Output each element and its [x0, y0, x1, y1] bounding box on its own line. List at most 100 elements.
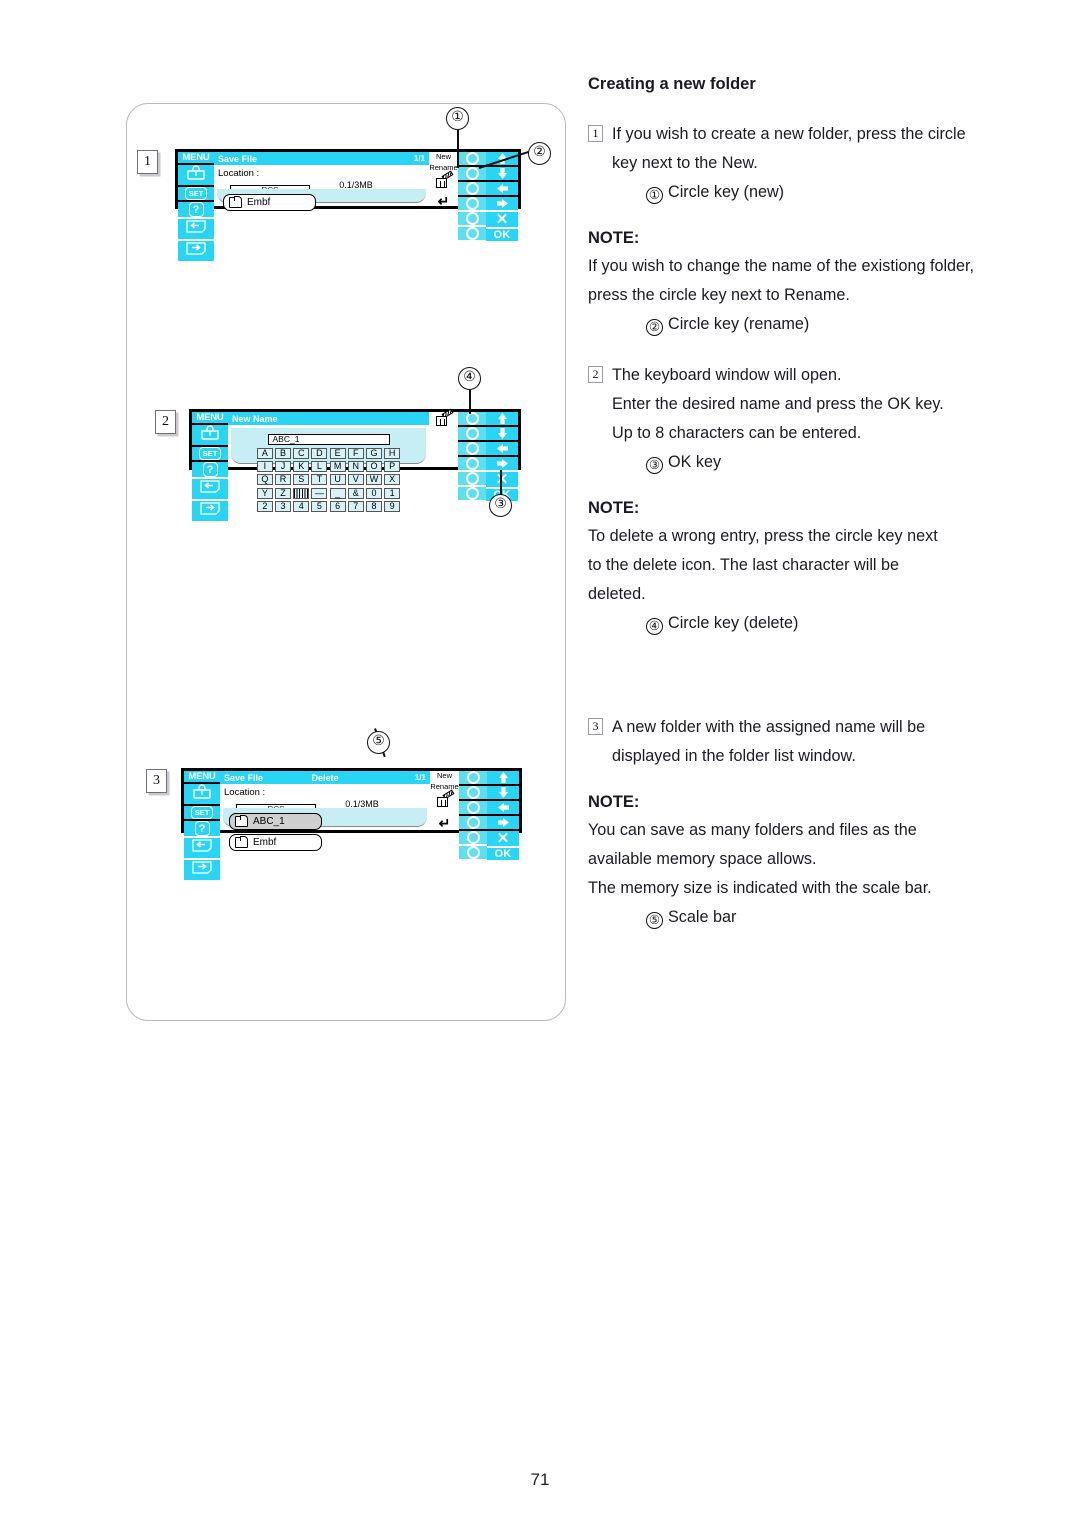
circle-key-5[interactable]: [459, 831, 487, 844]
key-R[interactable]: R: [275, 474, 292, 486]
key-P[interactable]: P: [384, 461, 401, 473]
circle-key-6[interactable]: [458, 487, 486, 500]
sidebar-item-help[interactable]: ?: [184, 821, 220, 836]
note-line: You can save as many folders and files a…: [588, 821, 917, 839]
sidebar-item-page-forward[interactable]: [178, 241, 214, 261]
sidebar-item-page-back[interactable]: [178, 219, 214, 239]
key-O[interactable]: O: [365, 461, 382, 473]
sidebar-item-page-forward[interactable]: [192, 501, 228, 521]
key-X[interactable]: X: [384, 474, 401, 486]
circle-key-4[interactable]: [458, 457, 486, 470]
circle-key-delete[interactable]: [459, 801, 487, 814]
sidebar-item-help[interactable]: ?: [178, 202, 214, 217]
key-5[interactable]: 5: [311, 500, 328, 512]
sidebar-item-bag[interactable]: [184, 784, 220, 804]
sidebar-item-menu[interactable]: MENU: [184, 771, 220, 782]
circle-key-5[interactable]: [458, 212, 486, 225]
arrow-left-key[interactable]: [487, 801, 519, 814]
cancel-key[interactable]: ✕: [486, 472, 518, 487]
key-H[interactable]: H: [384, 448, 401, 459]
key-Y[interactable]: Y: [256, 487, 273, 499]
key-Q[interactable]: Q: [256, 474, 273, 486]
key-9[interactable]: 9: [384, 500, 401, 512]
list-item[interactable]: Embf: [223, 194, 316, 211]
circle-key-5[interactable]: [458, 472, 486, 485]
key-dash[interactable]: —: [311, 487, 328, 499]
key-I[interactable]: I: [256, 461, 273, 473]
arrow-key-column-3: ✕ OK: [487, 771, 519, 860]
sidebar-item-menu[interactable]: MENU: [178, 152, 214, 163]
key-0[interactable]: 0: [365, 487, 382, 499]
key-N[interactable]: N: [347, 461, 364, 473]
sidebar-item-bag[interactable]: [192, 425, 228, 445]
arrow-down-key[interactable]: [486, 167, 518, 180]
key-1[interactable]: 1: [384, 487, 401, 499]
arrow-down-key[interactable]: [486, 427, 518, 440]
key-Z[interactable]: Z: [275, 487, 292, 499]
circle-key-return[interactable]: [458, 227, 486, 240]
sidebar-item-page-forward[interactable]: [184, 860, 220, 880]
key-E[interactable]: E: [329, 448, 346, 459]
key-W[interactable]: W: [365, 474, 382, 486]
key-J[interactable]: J: [275, 461, 292, 473]
page-title: Creating a new folder: [588, 75, 756, 93]
cancel-key[interactable]: ✕: [487, 831, 519, 846]
sidebar-item-menu[interactable]: MENU: [192, 412, 228, 423]
circle-key-2[interactable]: [458, 427, 486, 440]
key-4[interactable]: 4: [293, 500, 310, 512]
arrow-left-key[interactable]: [486, 182, 518, 195]
sidebar-item-set[interactable]: SET: [178, 187, 214, 200]
key-ampersand[interactable]: &: [347, 487, 364, 499]
key-S[interactable]: S: [293, 474, 310, 486]
circle-key-rename[interactable]: [459, 786, 487, 799]
ok-key[interactable]: OK: [486, 229, 518, 241]
key-C[interactable]: C: [293, 448, 310, 459]
arrow-down-key[interactable]: [487, 786, 519, 799]
circle-key-return[interactable]: [459, 846, 487, 859]
key-8[interactable]: 8: [365, 500, 382, 512]
key-7[interactable]: 7: [347, 500, 364, 512]
arrow-left-key[interactable]: [486, 442, 518, 455]
key-G[interactable]: G: [365, 448, 382, 459]
key-V[interactable]: V: [347, 474, 364, 486]
key-T[interactable]: T: [311, 474, 328, 486]
ok-key[interactable]: OK: [487, 848, 519, 860]
key-2[interactable]: 2: [256, 500, 273, 512]
sidebar-item-set[interactable]: SET: [184, 806, 220, 819]
key-K[interactable]: K: [293, 461, 310, 473]
sidebar-item-help[interactable]: ?: [192, 462, 228, 477]
circle-key-new[interactable]: [458, 152, 486, 165]
sidebar-item-bag[interactable]: [178, 165, 214, 185]
key-U[interactable]: U: [329, 474, 346, 486]
arrow-right-key[interactable]: [487, 816, 519, 829]
sidebar-item-set[interactable]: SET: [192, 447, 228, 460]
cancel-key[interactable]: ✕: [486, 212, 518, 227]
arrow-up-key[interactable]: [487, 771, 519, 784]
key-underscore[interactable]: _: [329, 487, 346, 499]
circle-key-rename[interactable]: [458, 167, 486, 180]
key-space[interactable]: [293, 487, 310, 499]
step-box-3: 3: [146, 769, 167, 793]
sidebar-item-page-back[interactable]: [184, 838, 220, 858]
key-F[interactable]: F: [347, 448, 364, 459]
circle-key-3[interactable]: [458, 442, 486, 455]
key-B[interactable]: B: [275, 448, 292, 459]
circle-key-delete[interactable]: [458, 412, 486, 425]
key-A[interactable]: A: [256, 448, 273, 459]
circle-key-delete[interactable]: [458, 182, 486, 195]
key-L[interactable]: L: [311, 461, 328, 473]
arrow-right-key[interactable]: [486, 457, 518, 470]
circle-key-4[interactable]: [458, 197, 486, 210]
circle-key-4[interactable]: [459, 816, 487, 829]
key-6[interactable]: 6: [329, 500, 346, 512]
sidebar-item-page-back[interactable]: [192, 479, 228, 499]
arrow-right-key[interactable]: [486, 197, 518, 210]
list-item[interactable]: Embf: [229, 834, 322, 851]
key-D[interactable]: D: [311, 448, 328, 459]
list-item[interactable]: ABC_1: [229, 813, 322, 830]
name-input[interactable]: ABC_1: [267, 434, 390, 445]
key-3[interactable]: 3: [275, 500, 292, 512]
arrow-up-key[interactable]: [486, 412, 518, 425]
circle-key-new[interactable]: [459, 771, 487, 784]
key-M[interactable]: M: [329, 461, 346, 473]
